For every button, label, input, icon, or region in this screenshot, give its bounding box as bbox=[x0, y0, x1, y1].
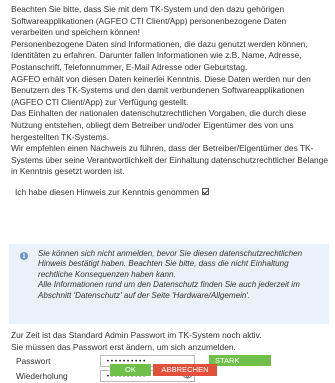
info-icon: i bbox=[20, 252, 28, 260]
notice-paragraph: Personenbezogene Daten sind Informatione… bbox=[11, 38, 308, 72]
password-strength-indicator: STARK bbox=[209, 355, 271, 366]
notice-paragraph: AGFEO erhält von diesen Daten keinerlei … bbox=[11, 73, 311, 107]
password-section: Zur Zeit ist das Standard Admin Passwort… bbox=[11, 330, 329, 382]
password-label: Passwort bbox=[16, 356, 51, 366]
notice-paragraph: Das Einhalten der nationalen datenschutz… bbox=[11, 108, 307, 142]
cancel-button[interactable]: ABBRECHEN bbox=[153, 364, 217, 376]
acknowledge-checkbox[interactable] bbox=[201, 188, 209, 196]
password-instruction-text: Sie müssen das Passwort erst ändern, um … bbox=[11, 341, 236, 352]
notice-paragraph: Beachten Sie bitte, dass Sie mit dem TK-… bbox=[11, 4, 287, 38]
notice-paragraph: Wir empfehlen einen Nachweis zu führen, … bbox=[11, 143, 329, 177]
password-status-text: Zur Zeit ist das Standard Admin Passwort… bbox=[11, 330, 262, 340]
action-buttons: OK ABBRECHEN bbox=[110, 364, 217, 376]
info-text-hint: Alle Informationen rund um den Datenschu… bbox=[38, 280, 300, 300]
info-text-warning: Sie können sich nicht anmelden, bevor Si… bbox=[38, 249, 303, 279]
privacy-notice: Beachten Sie bitte, dass Sie mit dem TK-… bbox=[11, 4, 329, 178]
ok-button[interactable]: OK bbox=[110, 364, 151, 376]
info-box: i Sie können sich nicht anmelden, bevor … bbox=[9, 244, 329, 324]
acknowledge-row[interactable]: Ich habe diesen Hinweis zur Kenntnis gen… bbox=[15, 187, 329, 199]
privacy-page: Beachten Sie bitte, dass Sie mit dem TK-… bbox=[9, 4, 329, 382]
acknowledge-label: Ich habe diesen Hinweis zur Kenntnis gen… bbox=[15, 187, 199, 198]
